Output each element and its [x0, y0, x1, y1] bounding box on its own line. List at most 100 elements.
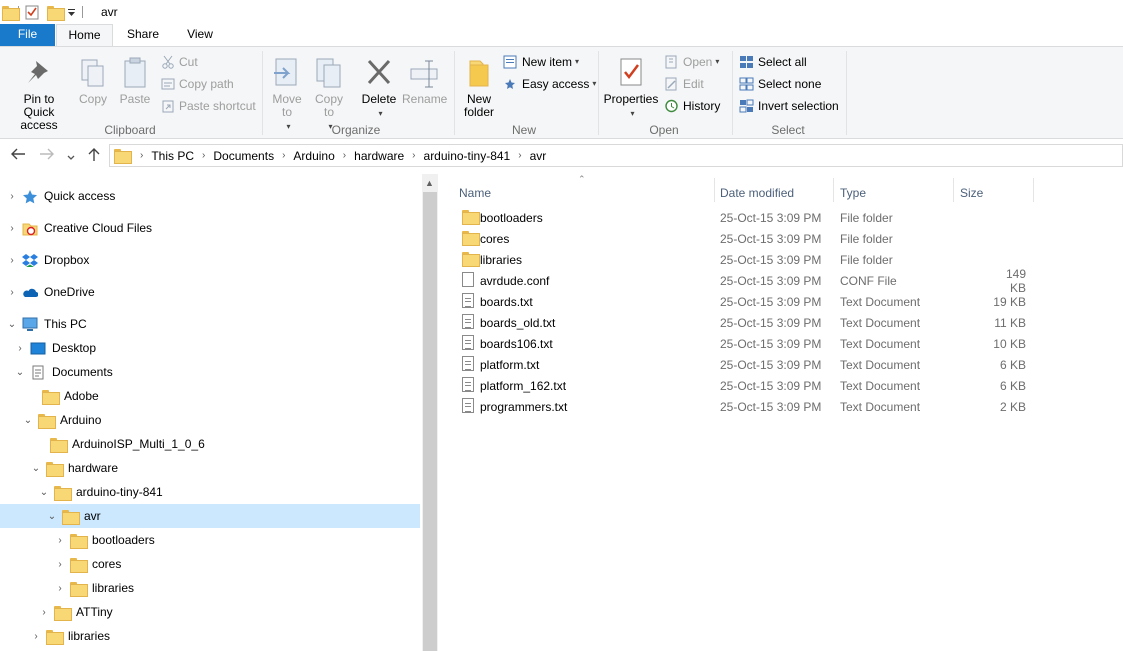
tree-item-arduino-tiny-841[interactable]: ⌄ arduino-tiny-841: [0, 480, 420, 504]
move-to-button[interactable]: Move to ▾: [268, 57, 306, 133]
file-row[interactable]: platform_162.txt 25-Oct-15 3:09 PM Text …: [456, 375, 1036, 396]
chevron-right-icon[interactable]: ›: [6, 255, 18, 266]
tree-item-onedrive[interactable]: › OneDrive: [0, 280, 420, 304]
tab-share[interactable]: Share: [118, 24, 168, 46]
tab-view[interactable]: View: [176, 24, 224, 46]
tree-item-cores[interactable]: › cores: [0, 552, 420, 576]
chevron-right-icon[interactable]: ›: [198, 150, 209, 161]
column-divider[interactable]: [1033, 178, 1034, 202]
text-file-icon: [462, 398, 474, 413]
column-divider[interactable]: [833, 178, 834, 202]
select-all-button[interactable]: Select all: [739, 53, 807, 71]
new-folder-button[interactable]: New folder: [460, 57, 498, 119]
chevron-right-icon[interactable]: ›: [14, 343, 26, 354]
up-arrow-icon[interactable]: [87, 147, 101, 165]
file-row[interactable]: boards_old.txt 25-Oct-15 3:09 PM Text Do…: [456, 312, 1036, 333]
chevron-down-icon[interactable]: ⌄: [46, 511, 58, 522]
chevron-right-icon[interactable]: ›: [514, 150, 525, 161]
chevron-right-icon[interactable]: ›: [54, 535, 66, 546]
chevron-down-icon[interactable]: ⌄: [14, 367, 26, 378]
file-row[interactable]: libraries 25-Oct-15 3:09 PM File folder: [456, 249, 1036, 270]
chevron-right-icon[interactable]: ›: [6, 191, 18, 202]
file-row[interactable]: boards.txt 25-Oct-15 3:09 PM Text Docume…: [456, 291, 1036, 312]
easy-access-button[interactable]: Easy access ▾: [503, 75, 596, 93]
tree-item-desktop[interactable]: › Desktop: [0, 336, 420, 360]
file-row[interactable]: avrdude.conf 25-Oct-15 3:09 PM CONF File…: [456, 267, 1036, 295]
chevron-down-icon[interactable]: ⌄: [38, 487, 50, 498]
chevron-right-icon[interactable]: ›: [6, 223, 18, 234]
history-button[interactable]: History: [664, 97, 720, 115]
navigation-pane-scrollbar[interactable]: ▲: [422, 174, 438, 651]
tree-item-adobe[interactable]: Adobe: [0, 384, 420, 408]
properties-icon[interactable]: [25, 5, 39, 20]
edit-button[interactable]: Edit: [664, 75, 704, 93]
tree-item-documents[interactable]: ⌄ Documents: [0, 360, 420, 384]
file-row[interactable]: platform.txt 25-Oct-15 3:09 PM Text Docu…: [456, 354, 1036, 375]
breadcrumb-arduino[interactable]: Arduino: [289, 149, 338, 163]
breadcrumb-avr[interactable]: avr: [526, 149, 551, 163]
tree-item-hardware[interactable]: ⌄ hardware: [0, 456, 420, 480]
chevron-right-icon[interactable]: ›: [38, 607, 50, 618]
copy-path-button[interactable]: Copy path: [161, 75, 234, 93]
column-header-date[interactable]: Date modified: [720, 179, 830, 207]
tree-item-dropbox[interactable]: › Dropbox: [0, 248, 420, 272]
column-header-size[interactable]: Size: [960, 179, 1030, 207]
chevron-right-icon[interactable]: ›: [136, 150, 147, 161]
tree-item-bootloaders[interactable]: › bootloaders: [0, 528, 420, 552]
cut-button[interactable]: Cut: [161, 53, 198, 71]
tree-item-libraries[interactable]: › libraries: [0, 576, 420, 600]
paste-shortcut-button[interactable]: Paste shortcut: [161, 97, 256, 115]
scroll-up-arrow-icon[interactable]: ▲: [425, 178, 434, 188]
forward-arrow-icon[interactable]: [39, 147, 55, 164]
chevron-right-icon[interactable]: ›: [54, 559, 66, 570]
tree-item-avr[interactable]: ⌄ avr: [0, 504, 420, 528]
properties-button[interactable]: Properties ▾: [603, 57, 659, 120]
breadcrumb-documents[interactable]: Documents: [209, 149, 278, 163]
column-divider[interactable]: [953, 178, 954, 202]
select-none-button[interactable]: Select none: [739, 75, 821, 93]
chevron-right-icon[interactable]: ›: [30, 631, 42, 642]
new-item-button[interactable]: New item ▾: [503, 53, 579, 71]
breadcrumb-hardware[interactable]: hardware: [350, 149, 408, 163]
open-button[interactable]: Open ▾: [664, 53, 719, 71]
chevron-right-icon[interactable]: ›: [54, 583, 66, 594]
rename-button[interactable]: Rename: [402, 57, 447, 106]
new-folder-icon[interactable]: [47, 5, 65, 21]
back-arrow-icon[interactable]: [10, 147, 26, 164]
chevron-right-icon[interactable]: ›: [278, 150, 289, 161]
tree-item-this-pc[interactable]: ⌄ This PC: [0, 312, 420, 336]
copy-to-button[interactable]: Copy to ▾: [310, 57, 348, 133]
delete-button[interactable]: Delete ▾: [360, 57, 398, 120]
tab-file[interactable]: File: [0, 24, 55, 46]
chevron-right-icon[interactable]: ›: [408, 150, 419, 161]
file-row[interactable]: bootloaders 25-Oct-15 3:09 PM File folde…: [456, 207, 1036, 228]
file-row[interactable]: boards106.txt 25-Oct-15 3:09 PM Text Doc…: [456, 333, 1036, 354]
breadcrumb-arduino-tiny-841[interactable]: arduino-tiny-841: [420, 149, 515, 163]
column-header-name[interactable]: Name: [459, 179, 709, 207]
recent-locations-chevron-icon[interactable]: [66, 149, 76, 165]
chevron-down-icon[interactable]: ⌄: [30, 463, 42, 474]
scrollbar-thumb[interactable]: [423, 192, 437, 651]
file-row[interactable]: cores 25-Oct-15 3:09 PM File folder: [456, 228, 1036, 249]
file-row[interactable]: programmers.txt 25-Oct-15 3:09 PM Text D…: [456, 396, 1036, 417]
pin-to-quick-access-button[interactable]: Pin to Quick access: [4, 57, 74, 132]
chevron-down-icon[interactable]: ⌄: [6, 319, 18, 330]
chevron-down-icon[interactable]: ⌄: [22, 415, 34, 426]
column-divider[interactable]: [714, 178, 715, 202]
chevron-right-icon[interactable]: ›: [6, 287, 18, 298]
tree-item-attiny[interactable]: › ATTiny: [0, 600, 420, 624]
tree-item-arduinoisp-multi[interactable]: ArduinoISP_Multi_1_0_6: [0, 432, 420, 456]
address-bar[interactable]: › This PC › Documents › Arduino › hardwa…: [109, 144, 1123, 167]
column-header-type[interactable]: Type: [840, 179, 950, 207]
tree-item-libraries-2[interactable]: › libraries: [0, 624, 420, 648]
tree-item-quick-access[interactable]: › Quick access: [0, 184, 420, 208]
tab-home[interactable]: Home: [56, 24, 113, 47]
paste-button[interactable]: Paste: [118, 57, 152, 106]
breadcrumb-this-pc[interactable]: This PC: [147, 149, 198, 163]
invert-selection-button[interactable]: Invert selection: [739, 97, 839, 115]
customize-toolbar-icon[interactable]: [67, 7, 76, 17]
copy-button[interactable]: Copy: [76, 57, 110, 106]
chevron-right-icon[interactable]: ›: [339, 150, 350, 161]
tree-item-creative-cloud-files[interactable]: › Creative Cloud Files: [0, 216, 420, 240]
tree-item-arduino[interactable]: ⌄ Arduino: [0, 408, 420, 432]
